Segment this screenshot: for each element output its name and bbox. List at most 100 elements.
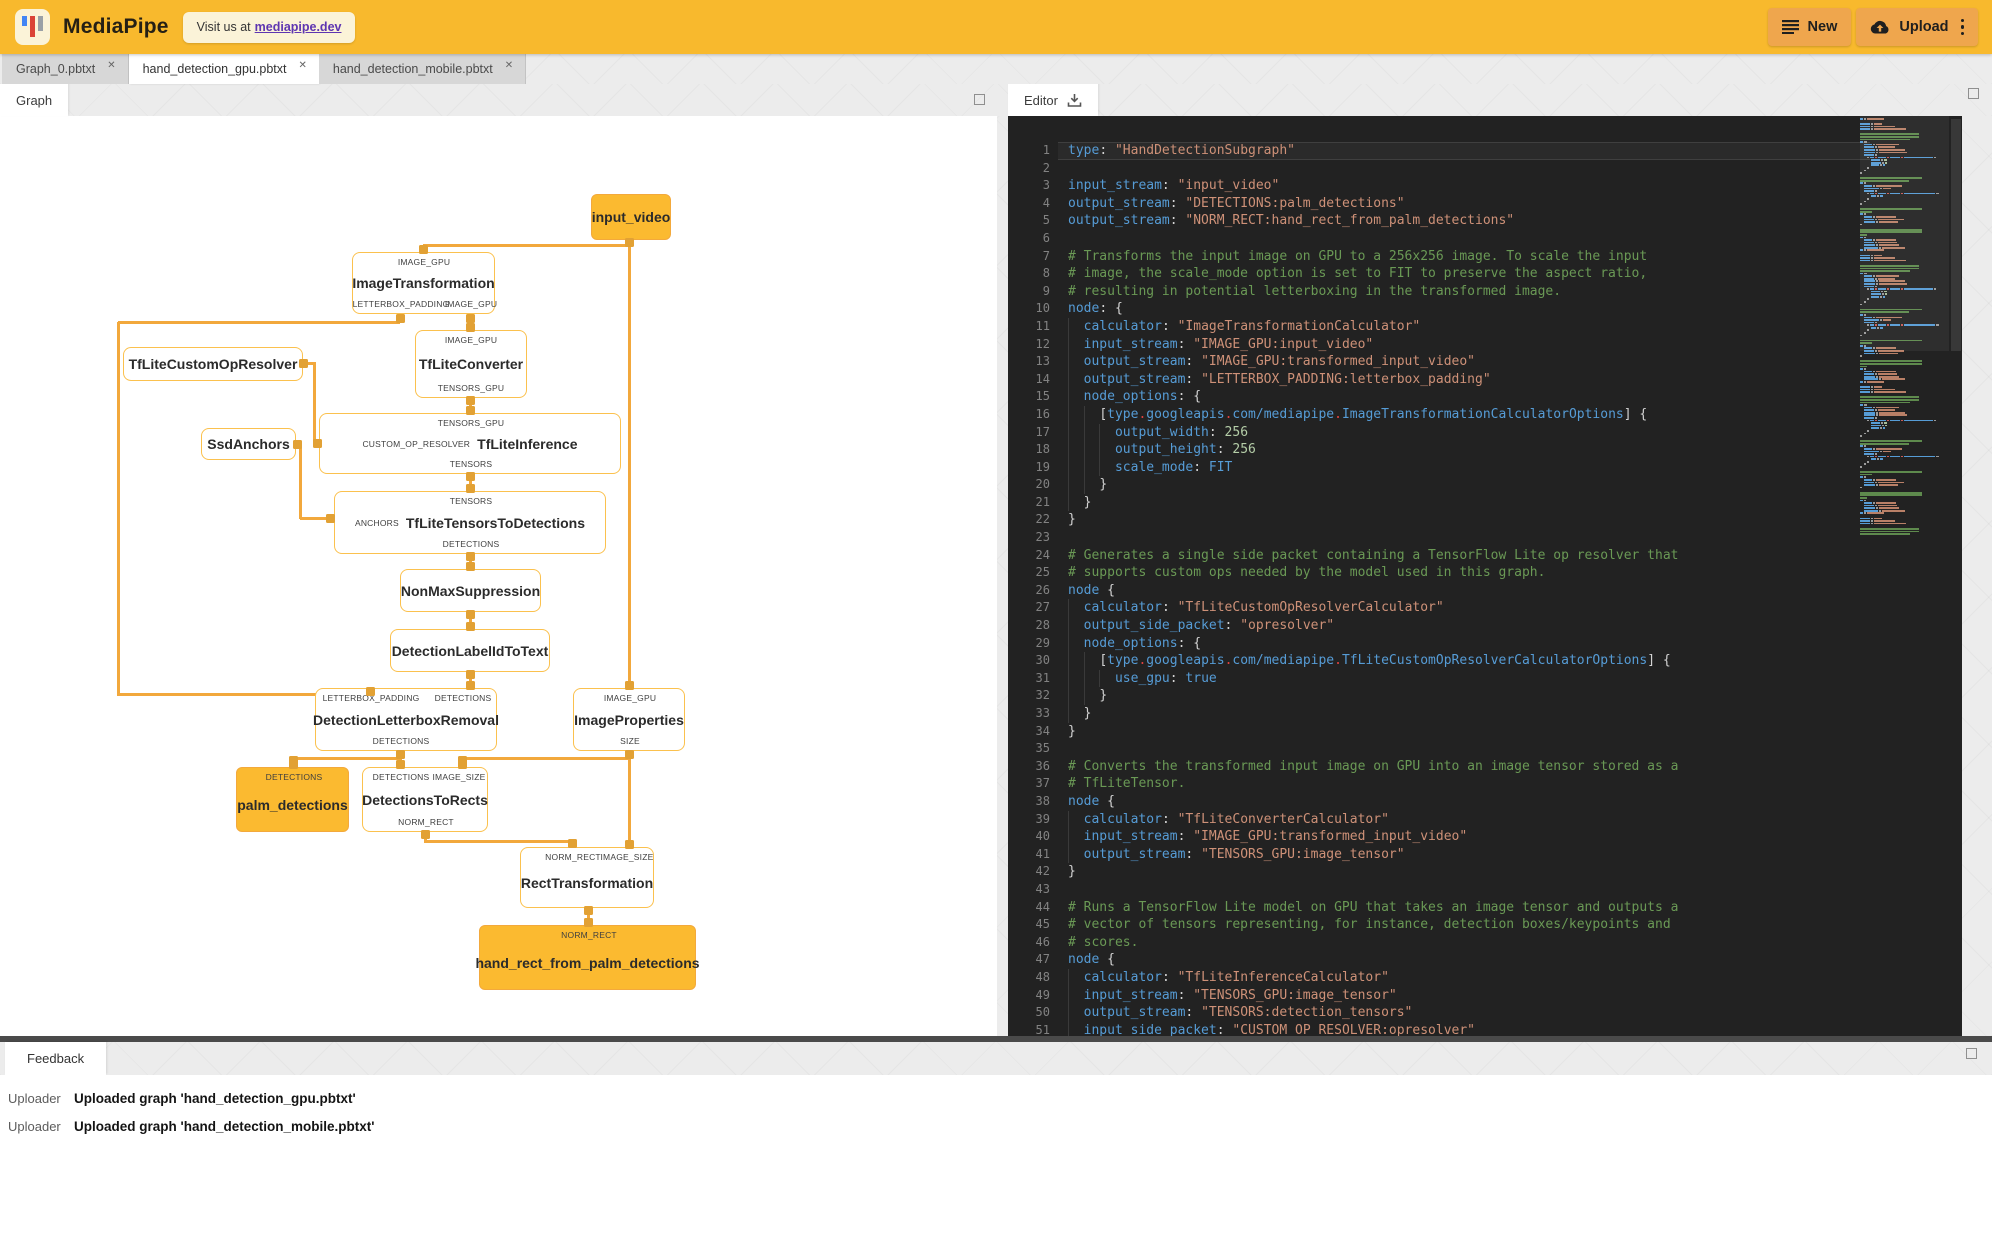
code-line[interactable]: output_width: 256 xyxy=(1068,423,1858,442)
code-line[interactable]: [type.googleapis.com/mediapipe.ImageTran… xyxy=(1068,405,1858,424)
graph-node-ImageProperties[interactable]: IMAGE_GPU ImageProperties SIZE xyxy=(573,688,685,751)
code-line[interactable] xyxy=(1068,529,1858,547)
graph-node-TfLiteTensorsToDetections[interactable]: TENSORS ANCHORS TfLiteTensorsToDetections D… xyxy=(334,491,606,554)
code-line[interactable]: input_stream: "IMAGE_GPU:transformed_inp… xyxy=(1068,828,1858,846)
minimap-slider[interactable] xyxy=(1860,116,1949,351)
editor-scrollbar[interactable] xyxy=(1951,119,1961,351)
tab-feedback[interactable]: Feedback xyxy=(5,1042,107,1075)
code-line[interactable]: input_stream: "input_video" xyxy=(1068,177,1858,195)
code-line[interactable]: # supports custom ops needed by the mode… xyxy=(1068,564,1858,582)
line-number-gutter: 1 2 3 4 5 6 7 8 9 10 11 12 13 14 15 16 17 18 19 20 21 22 23 24 2… xyxy=(1008,142,1050,1036)
code-line[interactable] xyxy=(1068,740,1858,758)
code-line[interactable]: input_stream: "IMAGE_GPU:input_video" xyxy=(1068,335,1858,354)
graph-node-ImageTransformation[interactable]: IMAGE_GPU ImageTransformation LETTERBOX_PA… xyxy=(352,252,497,314)
code-line[interactable]: node: { xyxy=(1068,300,1858,318)
minimap-bar xyxy=(1886,455,1889,458)
code-line[interactable] xyxy=(1068,881,1858,899)
file-tab[interactable]: hand_detection_gpu.pbtxt ✕ xyxy=(128,54,319,84)
code-line[interactable] xyxy=(1068,160,1858,178)
code-line[interactable]: calculator: "TfLiteInferenceCalculator" xyxy=(1068,968,1858,987)
tab-editor[interactable]: Editor xyxy=(1008,84,1098,116)
graph-canvas[interactable]: input_video IMAGE_GPU ImageTransformation L… xyxy=(0,116,997,1036)
code-line[interactable]: # Transforms the input image on GPU to a… xyxy=(1068,248,1858,266)
code-editor[interactable]: 1 2 3 4 5 6 7 8 9 10 11 12 13 14 15 16 17 18 19 20 21 22 23 24 2… xyxy=(1008,116,1962,1036)
code-line[interactable]: } xyxy=(1068,493,1858,512)
port-label: DETECTIONS xyxy=(372,736,430,746)
code-line[interactable]: node_options: { xyxy=(1068,634,1858,653)
code-line[interactable]: # resulting in potential letterboxing in… xyxy=(1068,283,1858,301)
download-icon[interactable] xyxy=(1067,93,1082,108)
code-line[interactable]: output_stream: "LETTERBOX_PADDING:letter… xyxy=(1068,370,1858,389)
code-line[interactable]: # vector of tensors representing, for in… xyxy=(1068,916,1858,934)
upload-button[interactable]: Upload xyxy=(1856,8,1978,46)
code-line[interactable]: node { xyxy=(1068,951,1858,969)
expand-feedback-icon[interactable] xyxy=(1966,1048,1977,1059)
code-token: : xyxy=(1169,670,1186,686)
code-token: } xyxy=(1068,864,1076,880)
code-line[interactable]: output_stream: "IMAGE_GPU:transformed_in… xyxy=(1068,353,1858,371)
code-line[interactable]: output_stream: "TENSORS_GPU:image_tensor… xyxy=(1068,845,1858,864)
graph-node-DetectionLabelIdToText[interactable]: DetectionLabelIdToText xyxy=(390,629,550,672)
graph-node-TfLiteInference[interactable]: TENSORS_GPU CUSTOM_OP_RESOLVER TfLiteInfer… xyxy=(319,413,621,474)
code-line[interactable]: node { xyxy=(1068,582,1858,600)
code-line[interactable]: input_stream: "TENSORS_GPU:image_tensor" xyxy=(1068,986,1858,1005)
code-line[interactable]: output_stream: "TENSORS:detection_tensor… xyxy=(1068,1004,1858,1022)
code-line[interactable]: output_height: 256 xyxy=(1068,441,1858,459)
graph-node-palm_detections[interactable]: DETECTIONS palm_detections xyxy=(236,767,349,832)
graph-node-TfLiteConverter[interactable]: IMAGE_GPU TfLiteConverter TENSORS_GPU xyxy=(415,330,527,398)
file-tab[interactable]: hand_detection_mobile.pbtxt ✕ xyxy=(318,54,527,84)
code-line[interactable]: node { xyxy=(1068,793,1858,811)
code-line[interactable]: # TfLiteTensor. xyxy=(1068,775,1858,793)
port-marker xyxy=(465,609,475,619)
graph-node-RectTransformation[interactable]: NORM_RECT IMAGE_SIZE RectTransformation xyxy=(520,847,654,908)
code-line[interactable]: scale_mode: FIT xyxy=(1068,458,1858,477)
graph-node-NonMaxSuppression[interactable]: NonMaxSuppression xyxy=(400,569,541,612)
expand-editor-icon[interactable] xyxy=(1968,88,1979,99)
code-line[interactable]: [type.googleapis.com/mediapipe.TfLiteCus… xyxy=(1068,652,1858,670)
tab-graph[interactable]: Graph xyxy=(0,84,69,116)
code-line[interactable]: } xyxy=(1068,863,1858,881)
code-line[interactable]: type: "HandDetectionSubgraph" xyxy=(1068,142,1858,160)
graph-node-SsdAnchors[interactable]: SsdAnchors xyxy=(201,428,296,460)
code-line[interactable]: output_side_packet: "opresolver" xyxy=(1068,617,1858,635)
code-line[interactable]: # Generates a single side packet contain… xyxy=(1068,547,1858,565)
code-line[interactable]: # scores. xyxy=(1068,934,1858,952)
close-tab-icon[interactable]: ✕ xyxy=(298,60,306,71)
indent-guide xyxy=(1099,669,1115,688)
graph-node-hand_rect_from_palm_detections[interactable]: NORM_RECT hand_rect_from_palm_detections xyxy=(475,925,700,990)
code-line[interactable]: # image, the scale_mode option is set to… xyxy=(1068,265,1858,283)
code-line[interactable]: calculator: "TfLiteCustomOpResolverCalcu… xyxy=(1068,599,1858,618)
code-token: output_side_packet xyxy=(1083,618,1225,634)
minimap-bar xyxy=(1881,378,1905,381)
graph-node-input_video[interactable]: input_video xyxy=(591,194,671,240)
code-line[interactable]: input_side_packet: "CUSTOM_OP_RESOLVER:o… xyxy=(1068,1021,1858,1036)
code-line[interactable]: } xyxy=(1068,476,1858,494)
code-line[interactable]: use_gpu: true xyxy=(1068,669,1858,688)
expand-graph-icon[interactable] xyxy=(974,94,985,105)
code-line[interactable]: node_options: { xyxy=(1068,388,1858,406)
code-line[interactable]: output_stream: "DETECTIONS:palm_detectio… xyxy=(1068,195,1858,213)
graph-node-TfLiteCustomOpResolver[interactable]: TfLiteCustomOpResolver xyxy=(123,347,303,381)
code-line[interactable]: } xyxy=(1068,511,1858,529)
code-line[interactable]: # Converts the transformed input image o… xyxy=(1068,758,1858,776)
tab-editor-label: Editor xyxy=(1024,92,1058,108)
code-line[interactable] xyxy=(1068,230,1858,248)
new-button[interactable]: New xyxy=(1767,8,1852,46)
more-options-icon[interactable] xyxy=(1960,17,1964,37)
code-line[interactable]: } xyxy=(1068,705,1858,723)
close-tab-icon[interactable]: ✕ xyxy=(505,60,513,71)
close-tab-icon[interactable]: ✕ xyxy=(107,60,115,71)
code-line[interactable]: } xyxy=(1068,687,1858,705)
code-line[interactable]: } xyxy=(1068,723,1858,741)
graph-node-DetectionLetterboxRemoval[interactable]: LETTERBOX_PADDING DETECTIONS DetectionLett… xyxy=(313,688,499,751)
code-line[interactable]: calculator: "TfLiteConverterCalculator" xyxy=(1068,810,1858,829)
mediapipe-dev-link[interactable]: mediapipe.dev xyxy=(255,20,342,34)
graph-node-DetectionsToRects[interactable]: DETECTIONS IMAGE_SIZE DetectionsToRects NOR… xyxy=(362,767,488,832)
minimap-bar xyxy=(1864,370,1873,373)
file-tab[interactable]: Graph_0.pbtxt ✕ xyxy=(2,54,129,84)
code-line[interactable]: # Runs a TensorFlow Lite model on GPU th… xyxy=(1068,899,1858,917)
minimap-line xyxy=(1860,406,1949,409)
code-line[interactable]: calculator: "ImageTransformationCalculat… xyxy=(1068,317,1858,336)
code-line[interactable]: output_stream: "NORM_RECT:hand_rect_from… xyxy=(1068,212,1858,230)
code-area[interactable]: type: "HandDetectionSubgraph" input_strea… xyxy=(1068,142,1858,1036)
